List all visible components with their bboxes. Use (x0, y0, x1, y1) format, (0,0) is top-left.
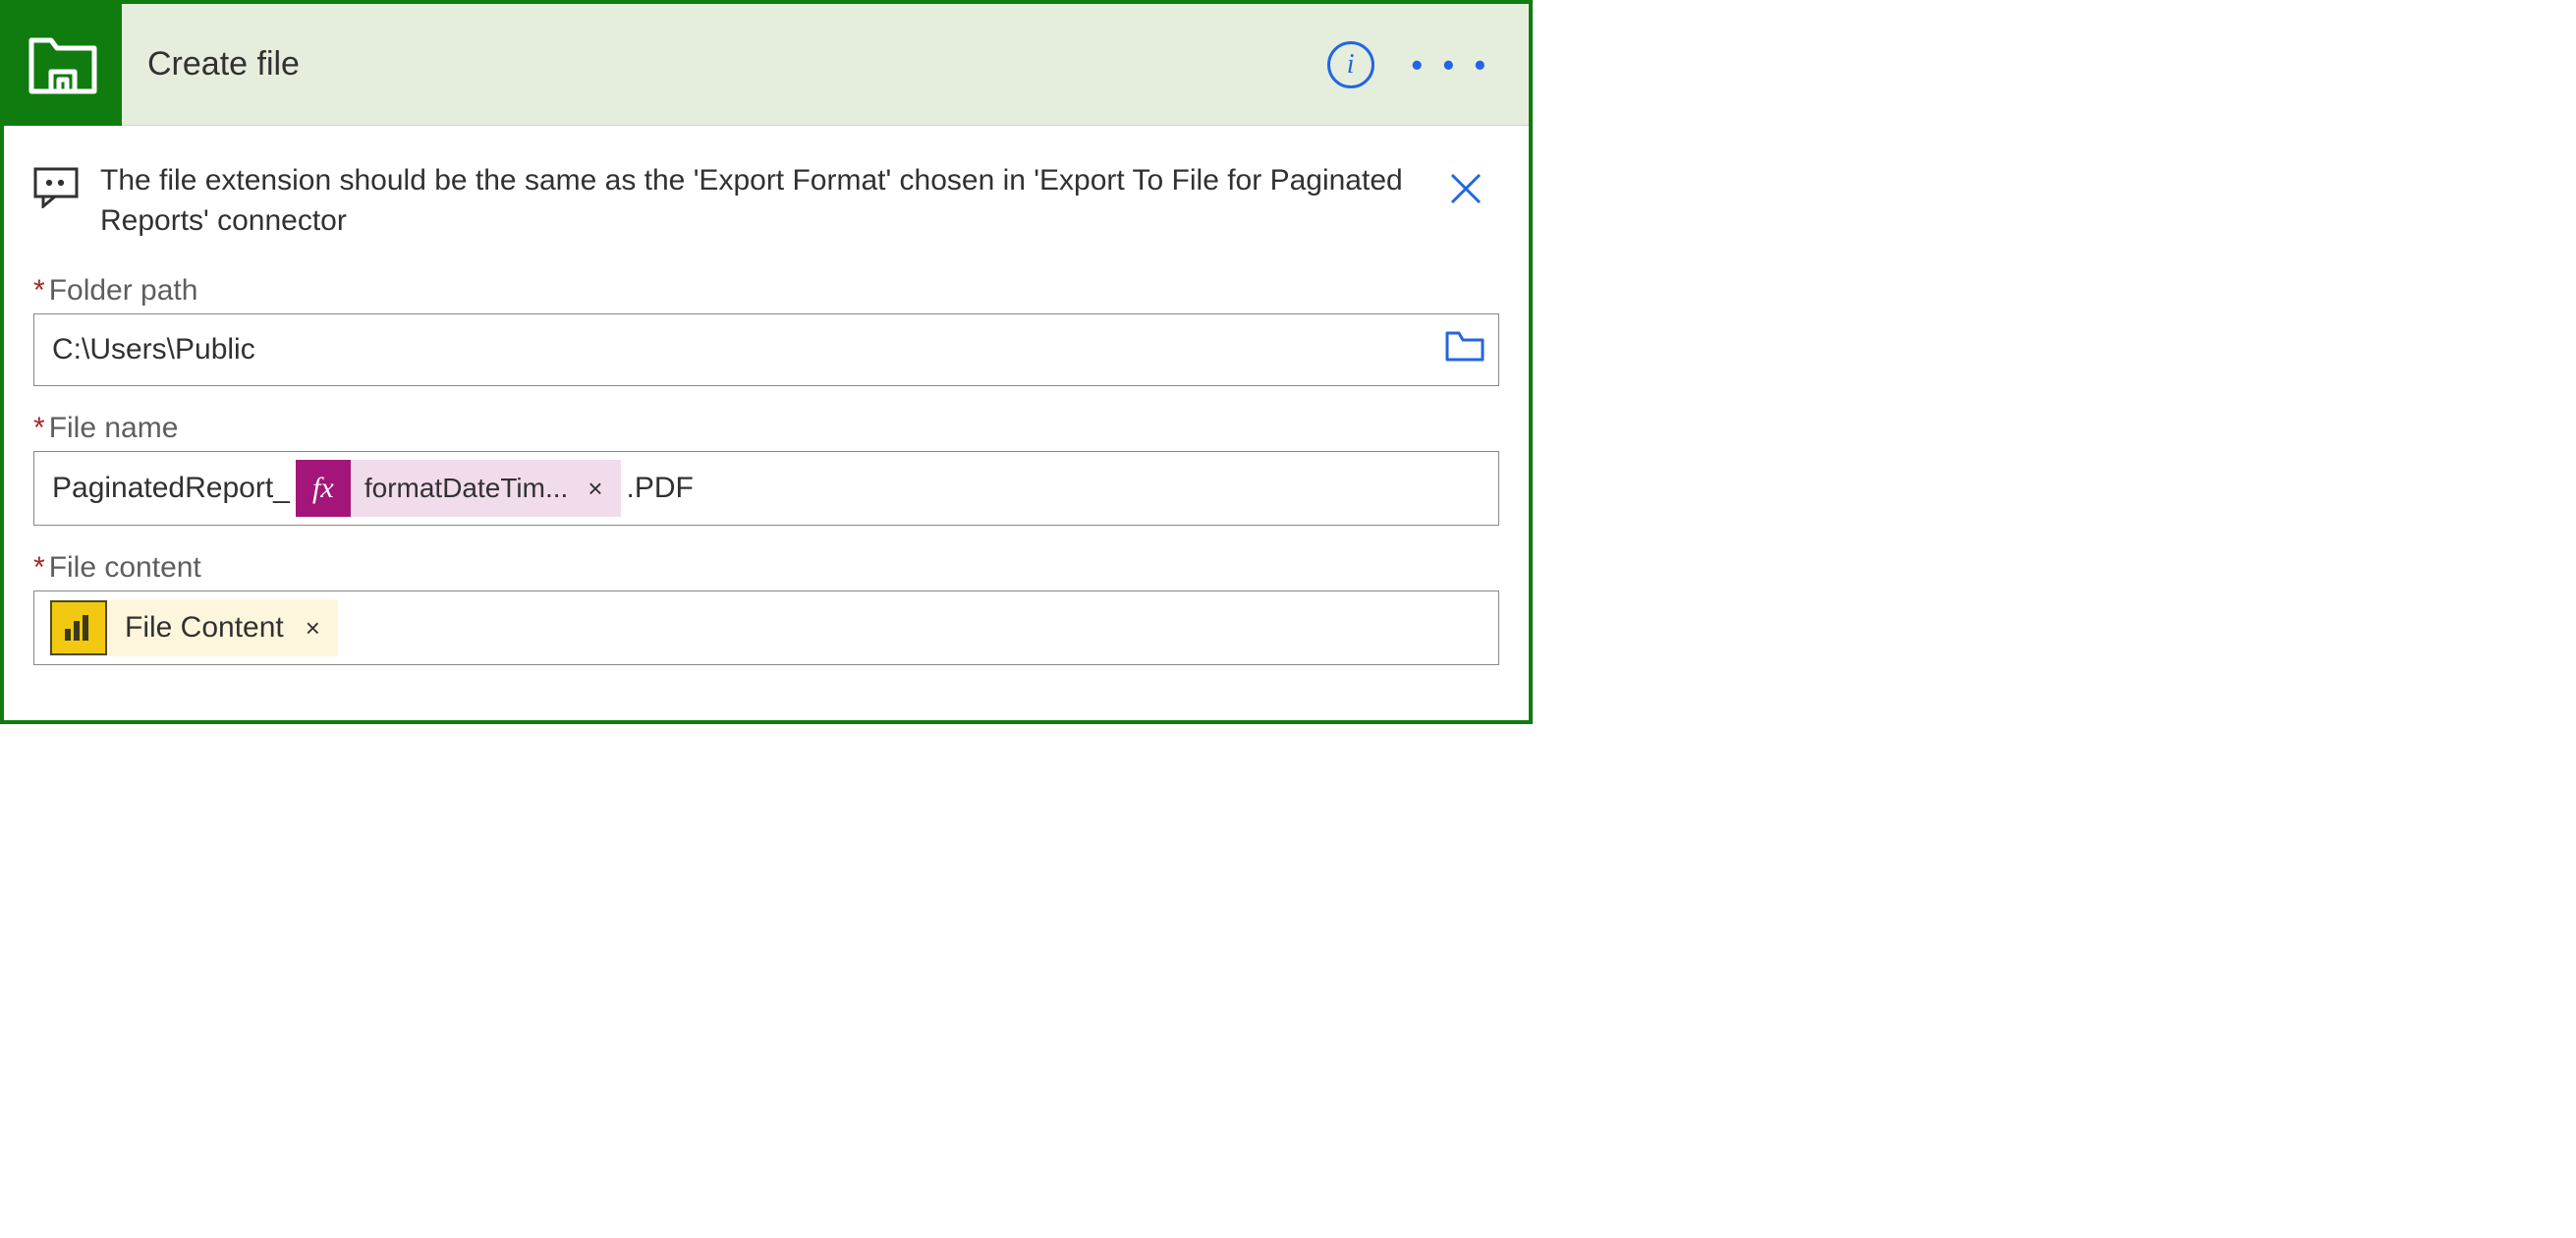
folder-path-label: *Folder path (33, 274, 1499, 308)
file-content-token[interactable]: File Content × (50, 599, 338, 656)
file-name-field: *File name PaginatedReport_ fx formatDat… (33, 412, 1499, 526)
info-icon[interactable]: i (1327, 41, 1374, 88)
comment-text: The file extension should be the same as… (100, 161, 1425, 241)
file-content-field: *File content File Content × (33, 551, 1499, 665)
more-menu-icon[interactable]: • • • (1412, 49, 1491, 81)
dismiss-comment-button[interactable] (1446, 161, 1499, 213)
folder-path-field: *Folder path C:\Users\Public (33, 274, 1499, 386)
card-body: The file extension should be the same as… (4, 126, 1529, 720)
remove-expression-token[interactable]: × (582, 474, 620, 504)
header-actions: i • • • (1327, 41, 1529, 88)
folder-picker-icon[interactable] (1445, 330, 1484, 369)
file-name-input[interactable]: PaginatedReport_ fx formatDateTim... × .… (33, 451, 1499, 526)
file-name-suffix: .PDF (623, 472, 698, 505)
connector-icon (4, 4, 122, 126)
file-content-input[interactable]: File Content × (33, 591, 1499, 665)
comment-icon (33, 167, 79, 213)
create-file-card: Create file i • • • The file extension s… (0, 0, 1533, 724)
comment-row: The file extension should be the same as… (33, 143, 1499, 241)
folder-path-input[interactable]: C:\Users\Public (33, 313, 1499, 386)
powerbi-icon (50, 600, 107, 655)
remove-file-content-token[interactable]: × (302, 613, 338, 644)
file-name-prefix: PaginatedReport_ (48, 472, 294, 505)
card-title: Create file (147, 45, 300, 84)
fx-icon: fx (296, 460, 351, 517)
card-header: Create file i • • • (4, 4, 1529, 126)
file-content-label: *File content (33, 551, 1499, 585)
expression-token-label: formatDateTim... (351, 473, 582, 504)
file-content-token-label: File Content (107, 611, 302, 645)
file-name-label: *File name (33, 412, 1499, 445)
expression-token[interactable]: fx formatDateTim... × (296, 460, 621, 517)
folder-path-value: C:\Users\Public (48, 333, 259, 366)
